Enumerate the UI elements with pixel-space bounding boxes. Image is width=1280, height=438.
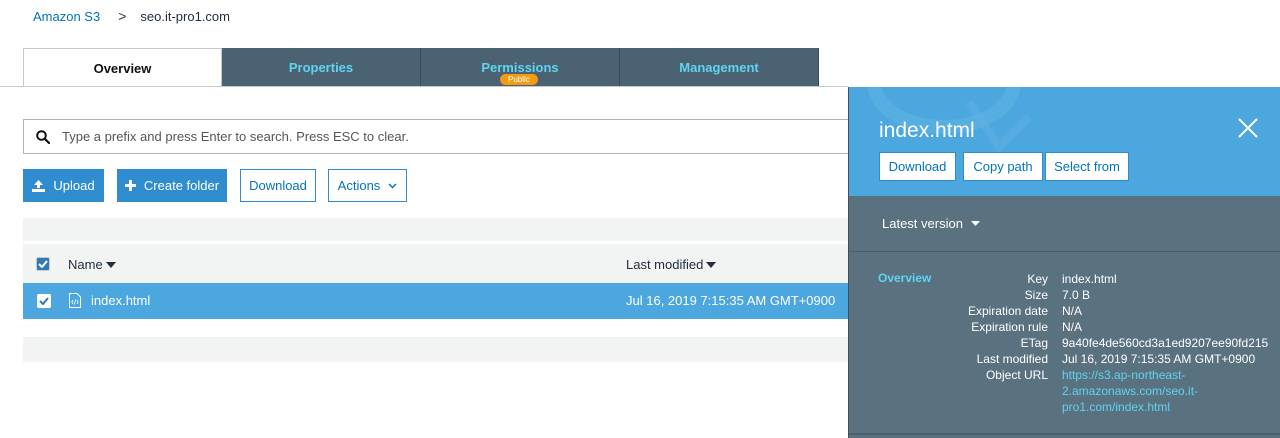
size-value: 7.0 B [1062,288,1091,302]
breadcrumb-root-link[interactable]: Amazon S3 [33,9,100,24]
sort-down-icon [706,261,717,268]
column-header-last-modified-label: Last modified [626,257,704,272]
create-folder-label: Create folder [143,178,220,193]
copy-path-label: Copy path [973,159,1033,174]
table-toolbar-strip [23,218,849,241]
expiration-date-label: Expiration date [967,304,1048,318]
table-header: Name Last modified [23,244,849,283]
breadcrumb-separator: > [118,8,127,24]
panel-download-button[interactable]: Download [879,152,956,181]
last-modified-value: Jul 16, 2019 7:15:35 AM GMT+0900 [1062,352,1256,366]
breadcrumb-current: seo.it-pro1.com [140,8,230,24]
key-value: index.html [1062,272,1117,286]
object-url-link[interactable]: https://s3.ap-northeast- 2.amazonaws.com… [1062,367,1198,415]
panel-title: index.html [879,119,975,142]
file-html-icon [69,293,81,311]
object-url-line: https://s3.ap-northeast- [1062,368,1186,382]
tab-underline [0,86,848,87]
etag-value: 9a40fe4de560cd3a1ed9207ee90fd215 [1062,336,1269,350]
size-label: Size [1024,288,1048,302]
column-header-name[interactable]: Name [68,257,116,272]
column-header-name-label: Name [68,257,103,272]
plus-icon [124,180,136,191]
search-icon [24,129,62,144]
key-label: Key [1027,272,1048,286]
chevron-down-icon [388,183,397,189]
row-checkbox[interactable] [37,294,51,308]
expiration-rule-value: N/A [1062,320,1083,334]
expiration-rule-label: Expiration rule [971,320,1048,334]
object-url-label: Object URL [985,368,1048,382]
upload-icon [32,179,46,192]
last-modified-label: Last modified [976,352,1048,366]
public-badge: Public [500,74,538,85]
tab-bar: Overview Properties Permissions Public M… [23,48,819,87]
tab-overview[interactable]: Overview [23,48,222,87]
create-folder-button[interactable]: Create folder [117,169,227,202]
panel-bottom-divider [849,433,1280,435]
download-button[interactable]: Download [240,169,316,202]
actions-label: Actions [337,178,381,193]
etag-label: ETag [1020,336,1048,350]
table-footer-strip [23,337,849,362]
upload-button[interactable]: Upload [23,169,104,202]
panel-divider [849,251,1280,252]
select-from-button[interactable]: Select from [1045,152,1129,181]
caret-down-icon [970,221,980,226]
tab-permissions-label: Permissions [481,60,559,75]
copy-path-button[interactable]: Copy path [963,152,1043,181]
object-url-line: 2.amazonaws.com/seo.it- [1062,384,1199,398]
expiration-date-value: N/A [1062,304,1083,318]
close-icon[interactable] [1237,117,1259,139]
tab-properties[interactable]: Properties [222,48,421,87]
tab-management[interactable]: Management [620,48,819,87]
panel-download-label: Download [888,159,947,174]
row-name-link[interactable]: index.html [91,293,150,308]
column-header-last-modified[interactable]: Last modified [626,257,717,272]
upload-label: Upload [53,178,95,193]
version-label: Latest version [882,216,963,231]
sort-down-icon [105,261,116,268]
breadcrumb: Amazon S3 > seo.it-pro1.com [33,8,230,24]
overview-section-label: Overview [878,271,932,285]
tab-overview-label: Overview [93,60,152,76]
version-dropdown[interactable]: Latest version [882,216,980,231]
row-last-modified: Jul 16, 2019 7:15:35 AM GMT+0900 [626,293,836,308]
table-row[interactable]: index.html Jul 16, 2019 7:15:35 AM GMT+0… [23,283,849,319]
select-all-checkbox[interactable] [36,257,50,271]
actions-dropdown[interactable]: Actions [328,169,407,202]
panel-header: index.html Download Copy path Select fro… [849,87,1280,196]
object-url-line: pro1.com/index.html [1062,400,1171,414]
search-input[interactable] [62,129,762,144]
tab-permissions[interactable]: Permissions Public [421,48,620,87]
select-from-label: Select from [1054,159,1120,174]
object-detail-panel: index.html Download Copy path Select fro… [848,87,1280,438]
tab-management-label: Management [679,60,759,75]
tab-properties-label: Properties [288,60,354,75]
search-box [23,119,849,154]
download-label: Download [249,178,307,193]
